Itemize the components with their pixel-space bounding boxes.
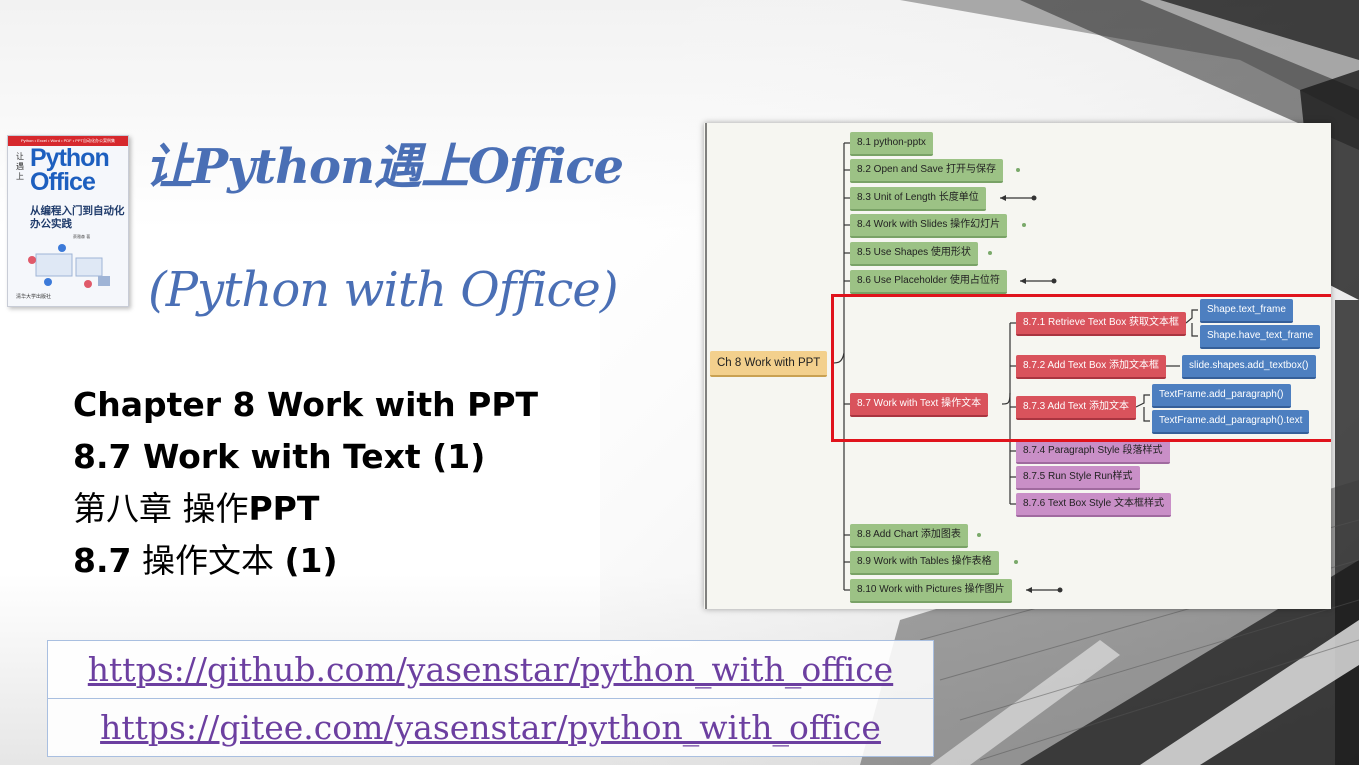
- book-side-text: 让遇上: [16, 152, 24, 181]
- mindmap: Ch 8 Work with PPT 8.1 python-pptx 8.2 O…: [704, 123, 1331, 609]
- section-part: (1): [284, 541, 338, 580]
- section-title-chinese-text: 操作文本: [131, 541, 285, 580]
- chapter-title: Chapter 8 Work with PPT: [73, 385, 539, 424]
- section-title: 8.7 Work with Text (1): [73, 437, 486, 476]
- chapter-title-chinese-ppt: PPT: [248, 489, 320, 528]
- main-title-english: (Python with Office): [148, 262, 619, 318]
- mindmap-section-8-10: 8.10 Work with Pictures 操作图片: [850, 579, 1012, 603]
- section-title-chinese: 8.7 操作文本 (1): [73, 541, 338, 581]
- mindmap-section-8-8: 8.8 Add Chart 添加图表: [850, 524, 968, 548]
- book-cover-title: Python Office: [30, 144, 110, 196]
- section-number: 8.7: [73, 541, 132, 580]
- book-illustration: [28, 244, 110, 288]
- github-link[interactable]: https://github.com/yasenstar/python_with…: [88, 650, 893, 689]
- chapter-title-chinese: 第八章 操作PPT: [73, 489, 319, 529]
- mindmap-subsection-8-7-5: 8.7.5 Run Style Run样式: [1016, 466, 1140, 490]
- mindmap-section-8-5: 8.5 Use Shapes 使用形状: [850, 242, 978, 266]
- mindmap-root: Ch 8 Work with PPT: [710, 351, 828, 377]
- book-cover-image: Python • Excel • Word • PDF • PPT自动化办公案例…: [7, 135, 129, 307]
- mindmap-section-8-1: 8.1 python-pptx: [850, 132, 933, 156]
- mindmap-section-8-9: 8.9 Work with Tables 操作表格: [850, 551, 999, 575]
- book-cover-subtitle: 从编程入门到自动化办公实践: [30, 205, 125, 230]
- mindmap-section-8-4: 8.4 Work with Slides 操作幻灯片: [850, 214, 1008, 238]
- main-title: 让Python遇上Office: [145, 139, 624, 195]
- gitee-link[interactable]: https://gitee.com/yasenstar/python_with_…: [100, 708, 881, 747]
- chapter-title-chinese-text: 第八章 操作: [73, 489, 249, 528]
- gitee-link-box: https://gitee.com/yasenstar/python_with_…: [47, 698, 934, 757]
- github-link-box: https://github.com/yasenstar/python_with…: [47, 640, 934, 699]
- highlight-box: [831, 294, 1331, 442]
- mindmap-section-8-2: 8.2 Open and Save 打开与保存: [850, 159, 1003, 183]
- book-publisher: 清华大学出版社: [16, 294, 52, 300]
- mindmap-section-8-6: 8.6 Use Placeholder 使用占位符: [850, 270, 1007, 294]
- mindmap-subsection-8-7-4: 8.7.4 Paragraph Style 段落样式: [1016, 440, 1170, 464]
- mindmap-section-8-3: 8.3 Unit of Length 长度单位: [850, 187, 986, 211]
- mindmap-subsection-8-7-6: 8.7.6 Text Box Style 文本框样式: [1016, 493, 1171, 517]
